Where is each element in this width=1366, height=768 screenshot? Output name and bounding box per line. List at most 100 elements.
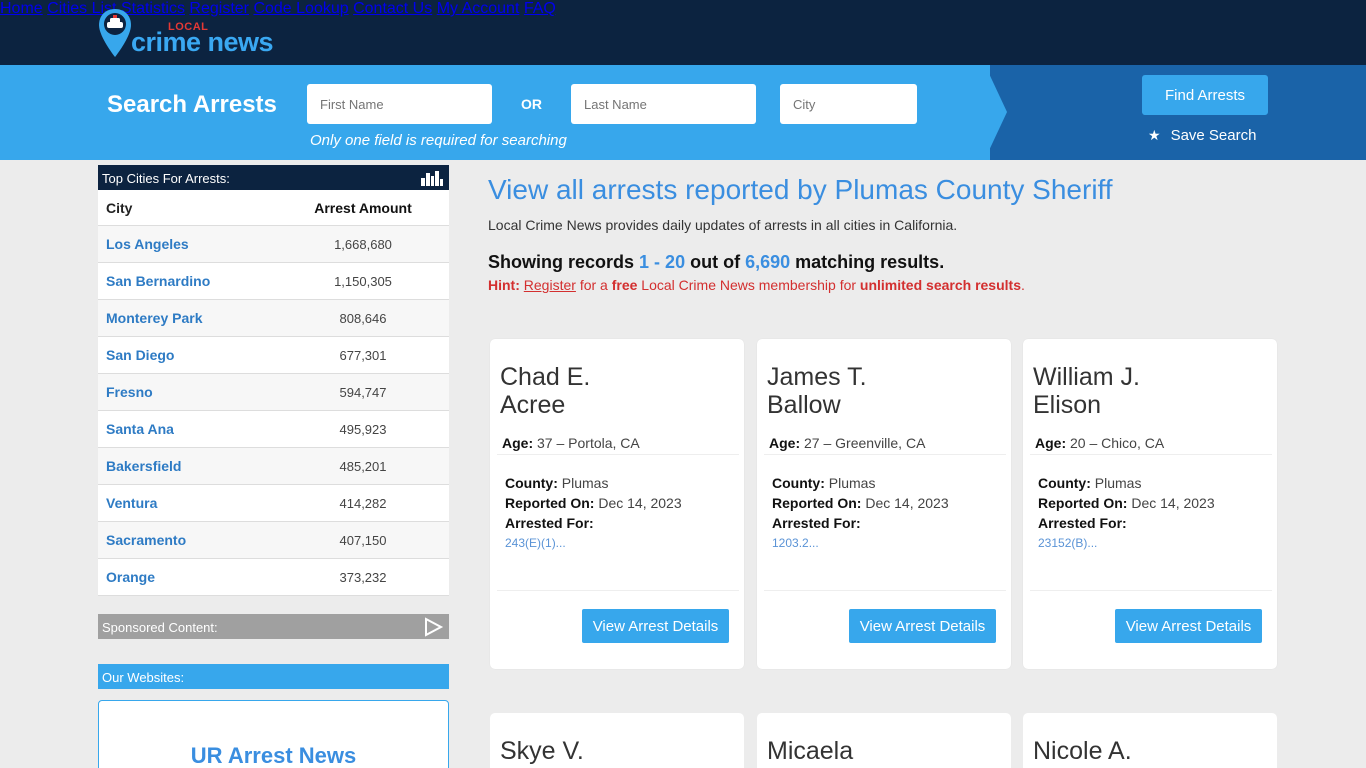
last-name-input[interactable] [571, 84, 756, 124]
first-name: James T. [767, 363, 867, 391]
save-search-label: Save Search [1170, 127, 1257, 144]
search-band-arrow [985, 65, 1007, 159]
arrestee-name: Micaela [767, 737, 854, 765]
arrest-card: Chad E. Acree Age: 37 – Portola, CA Count… [490, 339, 744, 669]
view-arrest-details-button[interactable]: View Arrest Details [1115, 609, 1262, 643]
city-link[interactable]: Los Angeles [98, 236, 293, 252]
arrest-amount: 373,232 [339, 569, 387, 585]
arrest-info: County: Plumas Reported On: Dec 14, 2023… [772, 473, 949, 533]
arrested-for-label: Arrested For: [505, 515, 594, 531]
arrest-card: Nicole A. [1023, 713, 1277, 768]
showing-suffix: matching results. [795, 252, 945, 272]
arrest-amount: 1,150,305 [334, 273, 392, 289]
view-arrest-details-button[interactable]: View Arrest Details [582, 609, 729, 643]
reported-value: Dec 14, 2023 [598, 495, 682, 511]
arrestee-name: James T. Ballow [767, 363, 867, 419]
table-row: San Diego 677,301 [98, 337, 449, 374]
arrest-card: William J. Elison Age: 20 – Chico, CA Cou… [1023, 339, 1277, 669]
col-amount-header: Arrest Amount [314, 199, 412, 216]
table-row: Monterey Park 808,646 [98, 300, 449, 337]
sponsored-title: Sponsored Content: [102, 620, 218, 635]
age-location: Age: 20 – Chico, CA [1035, 435, 1164, 451]
arrest-card: Skye V. [490, 713, 744, 768]
first-name: Chad E. [500, 363, 591, 391]
arrest-amount: 677,301 [339, 347, 387, 363]
our-websites-header: Our Websites: [98, 664, 449, 689]
age-location: Age: 27 – Greenville, CA [769, 435, 925, 451]
reported-value: Dec 14, 2023 [865, 495, 949, 511]
city-link[interactable]: Ventura [98, 495, 293, 511]
age-label: Age: [1035, 435, 1067, 451]
first-name: William J. [1033, 363, 1140, 391]
arrestee-name: Nicole A. [1033, 737, 1132, 765]
last-name: Ballow [767, 391, 841, 419]
first-name-input[interactable] [307, 84, 492, 124]
divider [764, 454, 1006, 455]
sponsored-header: Sponsored Content: [98, 614, 449, 639]
arrest-info: County: Plumas Reported On: Dec 14, 2023… [1038, 473, 1215, 533]
showing-mid: out of [690, 252, 741, 272]
col-city-header: City [106, 199, 133, 216]
table-row: Los Angeles 1,668,680 [98, 226, 449, 263]
city-link[interactable]: San Bernardino [98, 273, 293, 289]
nav-faq[interactable]: FAQ [524, 0, 556, 17]
ur-arrest-news-banner[interactable]: UR Arrest News [98, 700, 449, 768]
city-link[interactable]: San Diego [98, 347, 293, 363]
showing-range: 1 - 20 [639, 252, 686, 272]
city-input[interactable] [780, 84, 917, 124]
nav-my-account[interactable]: My Account [437, 0, 520, 17]
arrestee-name: Chad E. Acree [500, 363, 590, 419]
save-search-link[interactable]: ★ Save Search [1148, 127, 1256, 144]
reported-value: Dec 14, 2023 [1131, 495, 1215, 511]
site-logo[interactable]: LOCAL crime news [98, 7, 293, 59]
search-title: Search Arrests [107, 91, 277, 118]
divider [1030, 454, 1272, 455]
page-subtitle: Local Crime News provides daily updates … [488, 217, 958, 233]
top-cities-table: City Arrest Amount Los Angeles 1,668,680 … [98, 190, 449, 596]
table-row: Bakersfield 485,201 [98, 448, 449, 485]
city-link[interactable]: Sacramento [98, 532, 293, 548]
arrest-info: County: Plumas Reported On: Dec 14, 2023… [505, 473, 682, 533]
county-label: County: [1038, 475, 1091, 491]
county-value: Plumas [828, 475, 876, 491]
nav-contact-us[interactable]: Contact Us [353, 0, 432, 17]
hint-text: Local Crime News membership for [641, 277, 857, 293]
charge-link[interactable]: 1203.2... [772, 536, 819, 550]
showing-prefix: Showing records [488, 252, 635, 272]
ad-play-icon [425, 617, 444, 637]
age-location-value: 37 – Portola, CA [537, 435, 640, 451]
age-label: Age: [769, 435, 801, 451]
reported-label: Reported On: [1038, 495, 1128, 511]
county-label: County: [505, 475, 558, 491]
age-label: Age: [502, 435, 534, 451]
search-band: Search Arrests OR Only one field is requ… [0, 65, 1366, 160]
hint-unlimited: unlimited search results [859, 277, 1021, 293]
nav-home[interactable]: Home [0, 0, 43, 17]
star-icon: ★ [1148, 127, 1161, 143]
city-link[interactable]: Santa Ana [98, 421, 293, 437]
top-cities-title: Top Cities For Arrests: [102, 171, 230, 186]
arrest-amount: 414,282 [339, 495, 387, 511]
last-name: Acree [500, 391, 566, 419]
charge-link[interactable]: 243(E)(1)... [505, 536, 566, 550]
arrested-for-label: Arrested For: [772, 515, 861, 531]
find-arrests-button[interactable]: Find Arrests [1142, 75, 1268, 115]
city-link[interactable]: Bakersfield [98, 458, 293, 474]
city-link[interactable]: Orange [98, 569, 293, 585]
age-location-value: 20 – Chico, CA [1070, 435, 1165, 451]
city-link[interactable]: Fresno [98, 384, 293, 400]
results-summary: Showing records 1 - 20 out of 6,690 matc… [488, 252, 944, 273]
table-row: Orange 373,232 [98, 559, 449, 596]
search-required-note: Only one field is required for searching [310, 132, 567, 149]
register-link[interactable]: Register [524, 277, 576, 293]
arrest-card: Micaela [757, 713, 1011, 768]
or-label: OR [521, 96, 542, 112]
view-arrest-details-button[interactable]: View Arrest Details [849, 609, 996, 643]
arrest-amount: 407,150 [339, 532, 387, 548]
arrest-amount: 808,646 [339, 310, 387, 326]
logo-brand-text: crime news [131, 27, 274, 57]
charge-link[interactable]: 23152(B)... [1038, 536, 1097, 550]
table-row: San Bernardino 1,150,305 [98, 263, 449, 300]
sidebar: Top Cities For Arrests: City Arrest Amou… [98, 165, 449, 768]
city-link[interactable]: Monterey Park [98, 310, 293, 326]
